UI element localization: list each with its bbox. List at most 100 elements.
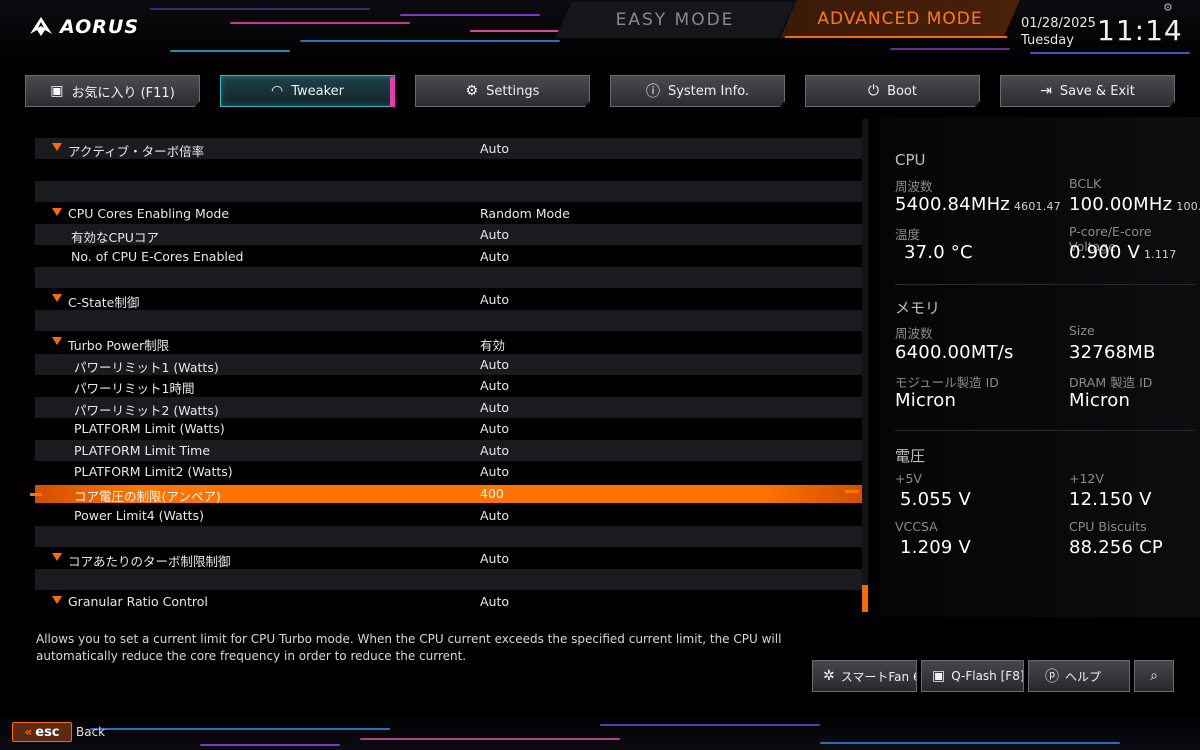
setting-value[interactable]: Auto <box>480 357 509 372</box>
vccsa-value: 1.209 V <box>900 537 971 558</box>
bclk-sub: 100.00 <box>1176 200 1200 213</box>
setting-value[interactable]: Auto <box>480 378 509 393</box>
expand-arrow-icon[interactable] <box>52 208 62 216</box>
brand-name: AORUS <box>60 16 140 38</box>
section-divider <box>895 430 1195 431</box>
flash-chip-icon: ▣ <box>932 668 946 684</box>
setting-label: PLATFORM Limit (Watts) <box>74 421 225 436</box>
cpu-freq-value: 5400.84MHz 4601.47 <box>895 194 1061 215</box>
setting-row[interactable]: アクティブ・ターボ倍率 Auto <box>35 138 862 159</box>
setting-row[interactable]: パワーリミット1 (Watts) Auto <box>35 354 862 375</box>
voltage-section-title: 電圧 <box>895 447 926 465</box>
setting-row[interactable]: No. of CPU E-Cores Enabled Auto <box>35 246 862 267</box>
setting-value[interactable]: Auto <box>480 400 509 415</box>
aorus-logo: AORUS <box>28 14 139 40</box>
module-mfr-value: Micron <box>895 390 957 411</box>
settings-gear-icon[interactable]: ⚙ <box>1163 1 1173 14</box>
setting-row[interactable]: PLATFORM Limit (Watts) Auto <box>35 418 862 439</box>
tab-boot-label: Boot <box>887 83 917 99</box>
tab-save-exit[interactable]: ⇥ Save & Exit <box>1000 75 1175 107</box>
setting-row-blank <box>35 181 862 202</box>
v12-label: +12V <box>1069 471 1104 486</box>
setting-value[interactable]: Random Mode <box>480 206 570 221</box>
tab-favorites[interactable]: ▣ お気に入り (F11) <box>25 75 200 107</box>
setting-label: Granular Ratio Control <box>68 594 208 609</box>
setting-label: パワーリミット1時間 <box>74 381 195 396</box>
search-button[interactable]: ⌕ <box>1134 660 1174 692</box>
setting-label: PLATFORM Limit2 (Watts) <box>74 464 233 479</box>
setting-value[interactable]: Auto <box>480 421 509 436</box>
setting-row-blank <box>35 526 862 547</box>
setting-row[interactable]: C-State制御 Auto <box>35 289 862 310</box>
setting-value[interactable]: Auto <box>480 508 509 523</box>
setting-label: PLATFORM Limit Time <box>74 443 211 458</box>
setting-row[interactable]: Turbo Power制限 有効 <box>35 332 862 353</box>
tab-tweaker[interactable]: ◠ Tweaker <box>220 75 395 107</box>
setting-label: コアあたりのターボ制限制御 <box>68 554 231 569</box>
core-voltage-main: 0.900 V <box>1069 242 1140 263</box>
expand-arrow-icon[interactable] <box>52 337 62 345</box>
core-voltage-value: 0.900 V 1.117 <box>1069 242 1176 263</box>
setting-value[interactable]: Auto <box>480 464 509 479</box>
expand-arrow-icon[interactable] <box>52 553 62 561</box>
tab-save-exit-label: Save & Exit <box>1059 83 1135 99</box>
setting-row[interactable]: CPU Cores Enabling Mode Random Mode <box>35 203 862 224</box>
tab-boot[interactable]: ⏻ Boot <box>805 75 980 107</box>
info-icon: ⓘ <box>645 84 660 100</box>
tab-system-info[interactable]: ⓘ System Info. <box>610 75 785 107</box>
selection-streak <box>30 493 42 496</box>
setting-row[interactable]: PLATFORM Limit2 (Watts) Auto <box>35 461 862 482</box>
esc-key-label: esc <box>35 724 60 740</box>
mem-freq-value: 6400.00MT/s <box>895 342 1014 363</box>
setting-row-blank <box>35 160 862 181</box>
cpu-biscuits-label: CPU Biscuits <box>1069 519 1147 534</box>
expand-arrow-icon[interactable] <box>52 143 62 151</box>
search-icon: ⌕ <box>1150 668 1158 684</box>
setting-row[interactable]: パワーリミット2 (Watts) Auto <box>35 397 862 418</box>
setting-row-blank <box>35 569 862 590</box>
setting-row[interactable]: Power Limit4 (Watts) Auto <box>35 505 862 526</box>
setting-value[interactable]: Auto <box>480 227 509 242</box>
section-divider <box>895 284 1195 285</box>
setting-row[interactable]: パワーリミット1時間 Auto <box>35 375 862 396</box>
bclk-label: BCLK <box>1069 176 1102 191</box>
tab-tweaker-accent <box>390 77 395 107</box>
setting-row[interactable]: コアあたりのターボ制限制御 Auto <box>35 548 862 569</box>
cpu-freq-main: 5400.84MHz <box>895 194 1010 215</box>
memory-section-title: メモリ <box>895 299 941 317</box>
setting-value[interactable]: 有効 <box>480 335 505 354</box>
q-flash-button[interactable]: ▣ Q-Flash [F8] <box>921 660 1024 692</box>
setting-label: 有効なCPUコア <box>71 230 159 245</box>
tab-system-info-label: System Info. <box>667 83 750 99</box>
easy-mode-button[interactable]: EASY MODE <box>555 2 795 38</box>
eagle-logo-icon <box>30 17 52 36</box>
setting-value[interactable]: Auto <box>480 443 509 458</box>
setting-value[interactable]: Auto <box>480 141 509 156</box>
setting-row[interactable]: Granular Ratio Control Auto <box>35 591 862 612</box>
smart-fan-label: スマートFan 6 [F <box>840 669 916 684</box>
setting-value[interactable]: Auto <box>480 551 509 566</box>
star-folder-icon: ▣ <box>50 83 64 99</box>
setting-value[interactable]: Auto <box>480 594 509 609</box>
setting-value[interactable]: Auto <box>480 292 509 307</box>
setting-row[interactable]: 有効なCPUコア Auto <box>35 224 862 245</box>
scrollbar-track[interactable] <box>862 119 868 612</box>
help-button[interactable]: ⓟ ヘルプ <box>1028 660 1130 692</box>
setting-value[interactable]: Auto <box>480 249 509 264</box>
advanced-mode-button[interactable]: ADVANCED MODE <box>780 0 1020 38</box>
dram-mfr-label: DRAM 製造 ID <box>1069 375 1153 390</box>
smart-fan-button[interactable]: ✲ スマートFan 6 [F <box>812 660 917 692</box>
cpu-freq-label: 周波数 <box>895 179 933 194</box>
expand-arrow-icon[interactable] <box>52 596 62 604</box>
setting-row-selected[interactable]: コア電圧の制限(アンペア) 400 <box>35 485 862 504</box>
setting-row[interactable]: PLATFORM Limit Time Auto <box>35 440 862 461</box>
scrollbar-thumb[interactable] <box>862 585 868 612</box>
expand-arrow-icon[interactable] <box>52 294 62 302</box>
setting-label: コア電圧の制限(アンペア) <box>74 489 221 504</box>
power-icon: ⏻ <box>867 83 880 99</box>
date-text: 01/28/2025 <box>1021 16 1096 31</box>
setting-description: Allows you to set a current limit for CP… <box>36 632 782 663</box>
esc-button[interactable]: « esc <box>12 722 72 742</box>
setting-value[interactable]: 400 <box>480 486 504 501</box>
tab-settings[interactable]: ⚙ Settings <box>415 75 590 107</box>
